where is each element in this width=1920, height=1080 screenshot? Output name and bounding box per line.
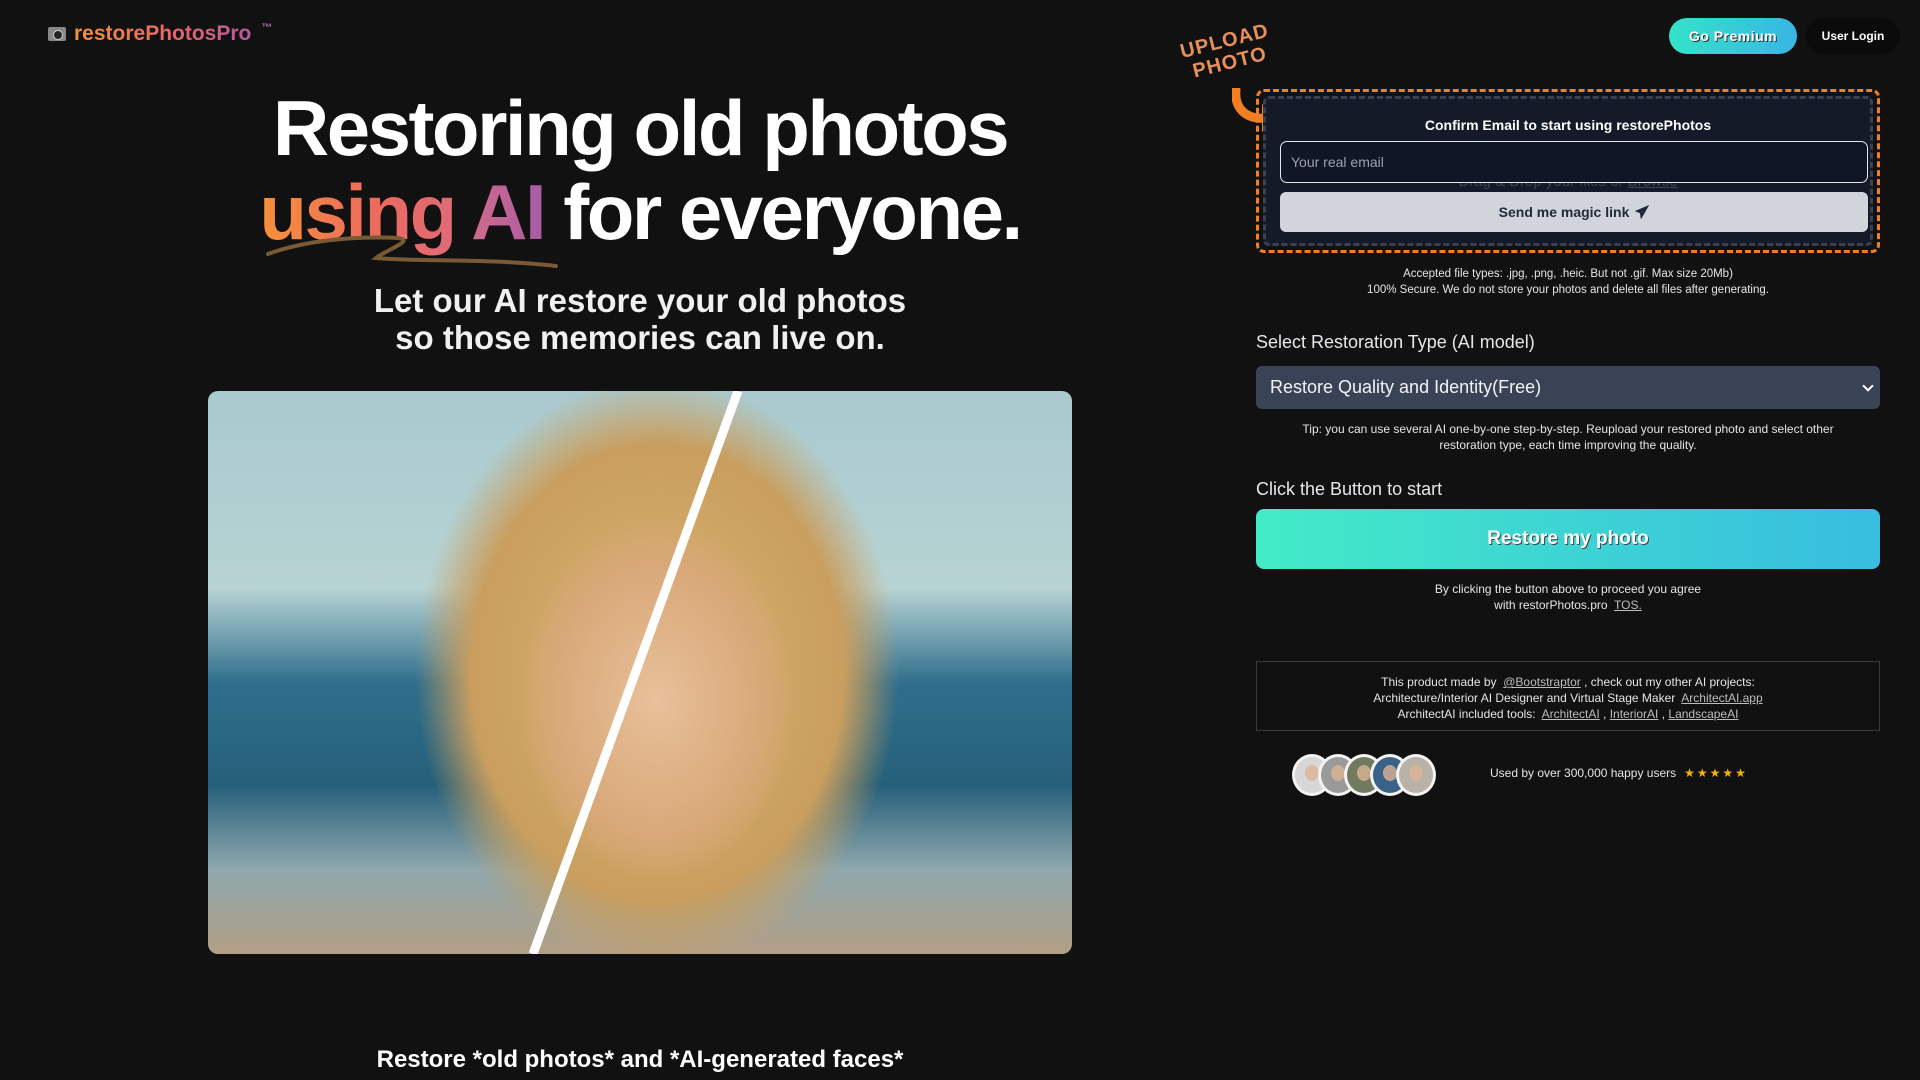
hero-subtitle: Let our AI restore your old photos so th… xyxy=(200,282,1080,356)
architectai-link[interactable]: ArchitectAI xyxy=(1542,707,1600,721)
tos-line2: with restorPhotos.pro xyxy=(1494,598,1608,612)
hero-title-line1: Restoring old photos xyxy=(272,84,1010,172)
accepted-types: Accepted file types: .jpg, .png, .heic. … xyxy=(1403,268,1733,280)
start-label: Click the Button to start xyxy=(1256,479,1443,499)
squiggle-underline-icon xyxy=(266,235,558,268)
upload-photo-hint: UPLOAD PHOTO xyxy=(1178,20,1276,85)
subtitle-line2: so those memories can live on. xyxy=(395,319,885,356)
happy-users-text: Used by over 300,000 happy users xyxy=(1490,766,1677,780)
security-note: 100% Secure. We do not store your photos… xyxy=(1367,284,1769,296)
tos-link[interactable]: TOS. xyxy=(1614,598,1642,612)
architect-description: Architecture/Interior AI Designer and Vi… xyxy=(1373,691,1676,705)
logo-text: restorePhotosPro xyxy=(74,22,252,45)
upload-dropzone[interactable]: Confirm Email to start using restorePhot… xyxy=(1256,89,1880,253)
selected-restoration-type: Restore Quality and Identity(Free) xyxy=(1270,377,1542,397)
send-magic-link-button[interactable]: Send me magic link xyxy=(1280,192,1868,232)
restoration-type-select[interactable]: Restore Quality and Identity(Free) xyxy=(1256,366,1880,409)
paper-plane-icon xyxy=(1635,205,1650,219)
restoration-type-label: Select Restoration Type (AI model) xyxy=(1256,332,1535,352)
landscapeai-link[interactable]: LandscapeAI xyxy=(1668,707,1738,721)
avatar xyxy=(1396,754,1436,796)
comparison-divider xyxy=(528,391,743,954)
user-login-button[interactable]: User Login xyxy=(1806,18,1900,54)
tos-line1: By clicking the button above to proceed … xyxy=(1434,582,1702,596)
user-avatars xyxy=(1292,754,1436,796)
subtitle-line1: Let our AI restore your old photos xyxy=(373,282,907,319)
credits-box: This product made by @Bootstraptor , che… xyxy=(1256,661,1880,731)
confirm-email-title: Confirm Email to start using restorePhot… xyxy=(1424,117,1712,133)
accepted-file-info: Accepted file types: .jpg, .png, .heic. … xyxy=(1256,266,1880,298)
photo-caption: Restore *old photos* and *AI-generated f… xyxy=(376,1046,904,1073)
before-after-photo xyxy=(208,391,1072,954)
chevron-down-icon xyxy=(1862,379,1874,392)
logo[interactable]: restorePhotosPro ™ xyxy=(48,22,272,46)
made-by-text: This product made by xyxy=(1381,675,1497,689)
made-by-rest: , check out my other AI projects: xyxy=(1584,675,1755,689)
restore-photo-button[interactable]: Restore my photo xyxy=(1256,509,1880,569)
email-input[interactable] xyxy=(1280,141,1868,183)
page: restorePhotosPro ™ Go Premium User Login… xyxy=(0,0,1920,1080)
upload-inner: Confirm Email to start using restorePhot… xyxy=(1263,96,1873,246)
camera-icon xyxy=(48,27,66,41)
architectai-app-link[interactable]: ArchitectAI.app xyxy=(1681,691,1762,705)
go-premium-button[interactable]: Go Premium xyxy=(1669,18,1797,54)
interiorai-link[interactable]: InteriorAI xyxy=(1610,707,1659,721)
hero-title-rest: for everyone. xyxy=(563,168,1023,256)
included-tools-label: ArchitectAI included tools: xyxy=(1397,707,1536,721)
author-link[interactable]: @Bootstraptor xyxy=(1503,675,1581,689)
magic-link-label: Send me magic link xyxy=(1498,204,1630,220)
star-rating-icon: ★★★★★ xyxy=(1684,766,1748,780)
trademark: ™ xyxy=(261,22,273,34)
restoration-tip: Tip: you can use several AI one-by-one s… xyxy=(1302,422,1834,452)
tos-notice: By clicking the button above to proceed … xyxy=(1256,581,1880,613)
social-proof: Used by over 300,000 happy users ★★★★★ xyxy=(1490,766,1748,780)
